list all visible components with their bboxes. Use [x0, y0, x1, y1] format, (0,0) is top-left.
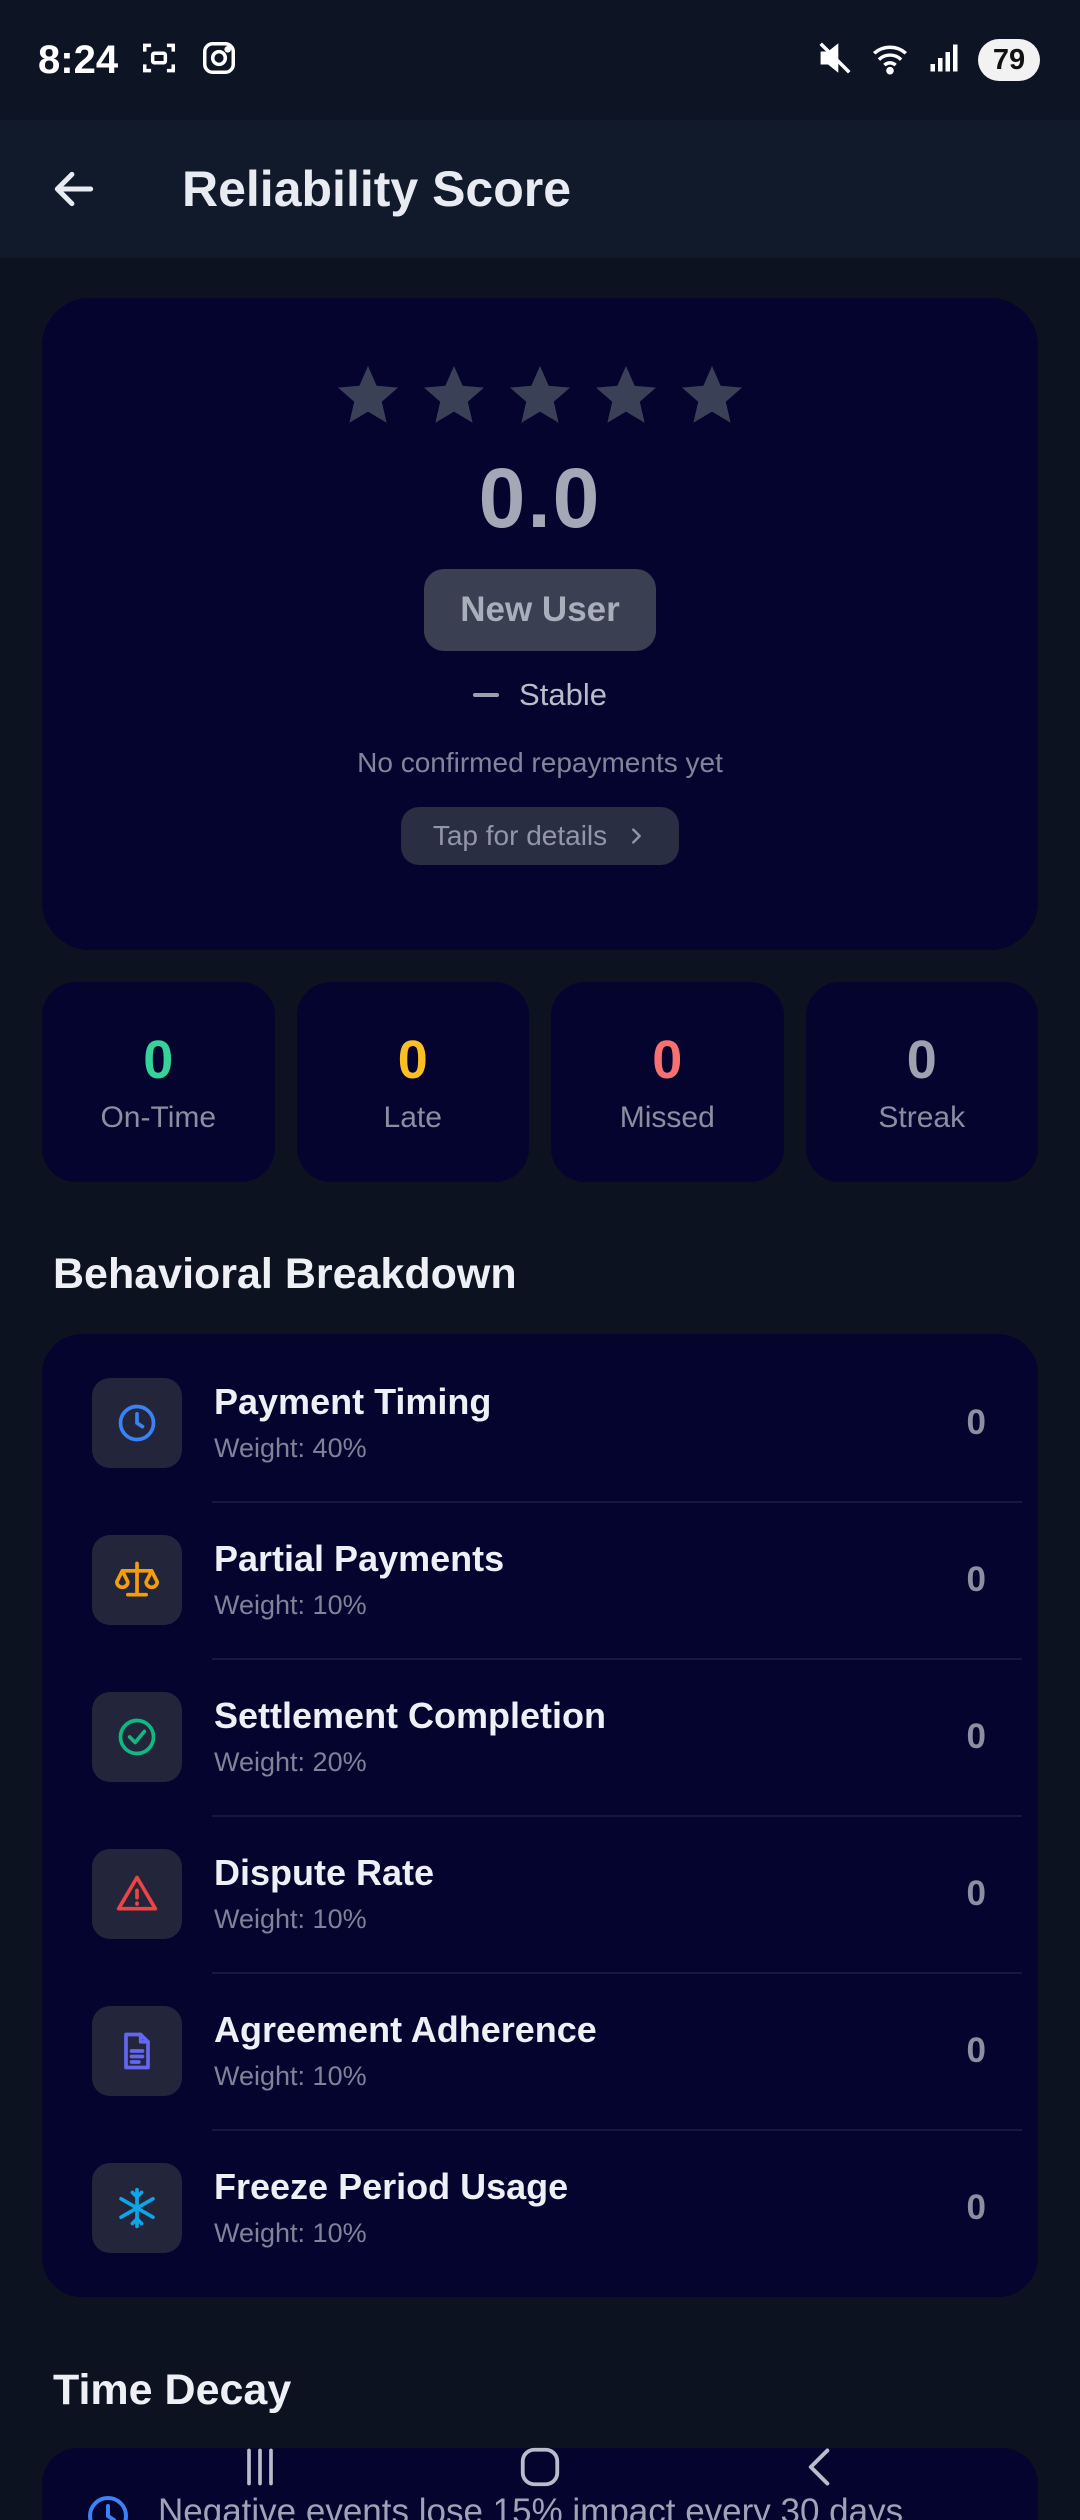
home-icon	[520, 2447, 560, 2487]
star-rating	[332, 360, 748, 432]
stat-label: Late	[383, 1101, 442, 1134]
row-title: Partial Payments	[214, 1538, 505, 1579]
chevron-right-icon	[632, 828, 642, 844]
breakdown-row-agreement-adherence[interactable]: Agreement Adherence Weight: 10% 0	[42, 1972, 1038, 2129]
tier-badge: New User	[424, 569, 656, 651]
battery-indicator: 79	[978, 39, 1040, 81]
breakdown-row-partial-payments[interactable]: Partial Payments Weight: 10% 0	[42, 1501, 1038, 1658]
row-weight: Weight: 20%	[214, 1747, 367, 1777]
mute-icon	[816, 39, 854, 82]
stat-value: 0	[906, 1030, 937, 1090]
breakdown-row-dispute-rate[interactable]: Dispute Rate Weight: 10% 0	[42, 1815, 1038, 1972]
row-score: 0	[966, 1873, 986, 1913]
stats-row: 0 On-Time 0 Late 0 Missed 0 Streak	[42, 982, 1038, 1182]
signal-icon	[926, 39, 962, 82]
row-title: Payment Timing	[214, 1381, 492, 1422]
scale-icon	[92, 1534, 182, 1625]
page-title: Reliability Score	[182, 161, 572, 217]
system-nav-bar	[0, 2414, 1080, 2520]
details-label: Tap for details	[432, 820, 608, 851]
trend-flat-icon	[473, 693, 500, 697]
breakdown-card: Payment Timing Weight: 40% 0 Partial Pay…	[42, 1334, 1038, 2297]
breakdown-row-payment-timing[interactable]: Payment Timing Weight: 40% 0	[42, 1344, 1038, 1501]
stat-label: Missed	[619, 1101, 715, 1134]
row-weight: Weight: 10%	[214, 2061, 367, 2091]
row-score: 0	[966, 1716, 986, 1756]
time-decay-heading: Time Decay	[53, 2366, 292, 2414]
star-icon	[338, 366, 398, 423]
home-button[interactable]	[480, 2427, 600, 2507]
row-weight: Weight: 10%	[214, 2218, 367, 2248]
star-icon	[510, 366, 570, 423]
stat-late: 0 Late	[296, 982, 529, 1182]
stat-value: 0	[652, 1030, 683, 1090]
stat-on-time: 0 On-Time	[42, 982, 275, 1182]
app-bar: Reliability Score	[0, 120, 1080, 258]
back-button[interactable]	[36, 151, 112, 227]
breakdown-row-settlement-completion[interactable]: Settlement Completion Weight: 20% 0	[42, 1658, 1038, 1815]
row-title: Agreement Adherence	[214, 2009, 597, 2050]
stat-label: Streak	[878, 1101, 966, 1134]
stat-missed: 0 Missed	[551, 982, 784, 1182]
breakdown-row-freeze-period-usage[interactable]: Freeze Period Usage Weight: 10% 0	[42, 2129, 1038, 2286]
row-score: 0	[966, 2187, 986, 2227]
status-time: 8:24	[38, 37, 119, 82]
stat-streak: 0 Streak	[805, 982, 1038, 1182]
score-subtitle: No confirmed repayments yet	[357, 747, 723, 778]
document-icon	[92, 2005, 182, 2096]
row-weight: Weight: 40%	[214, 1433, 367, 1463]
check-circle-icon	[92, 1691, 182, 1782]
trend-label: Stable	[519, 677, 607, 712]
row-score: 0	[966, 2030, 986, 2070]
status-bar: 8:24 79	[0, 0, 1080, 120]
chevron-left-icon	[808, 2448, 830, 2486]
trend-indicator: Stable	[473, 677, 607, 713]
clock-icon	[92, 1377, 182, 1468]
nav-back-button[interactable]	[760, 2427, 880, 2507]
stat-value: 0	[397, 1030, 428, 1090]
warning-icon	[92, 1848, 182, 1939]
breakdown-heading: Behavioral Breakdown	[53, 1250, 517, 1298]
recents-icon	[247, 2448, 273, 2486]
wifi-icon	[870, 39, 910, 82]
stat-value: 0	[143, 1030, 174, 1090]
tap-for-details-button[interactable]: Tap for details	[400, 807, 680, 865]
snowflake-icon	[92, 2162, 182, 2253]
row-weight: Weight: 10%	[214, 1904, 367, 1934]
arrow-left-icon	[54, 171, 94, 207]
star-icon	[424, 366, 484, 423]
row-score: 0	[966, 1402, 986, 1442]
row-weight: Weight: 10%	[214, 1590, 367, 1620]
screenshot-icon	[140, 39, 178, 82]
stat-label: On-Time	[100, 1101, 217, 1134]
row-title: Freeze Period Usage	[214, 2166, 569, 2207]
recents-button[interactable]	[200, 2427, 320, 2507]
star-icon	[682, 366, 742, 423]
row-title: Dispute Rate	[214, 1852, 435, 1893]
score-value: 0.0	[478, 451, 602, 545]
instagram-icon	[200, 39, 238, 82]
score-card[interactable]: 0.0 New User Stable No confirmed repayme…	[42, 298, 1038, 950]
star-icon	[596, 366, 656, 423]
row-title: Settlement Completion	[214, 1695, 607, 1736]
row-score: 0	[966, 1559, 986, 1599]
